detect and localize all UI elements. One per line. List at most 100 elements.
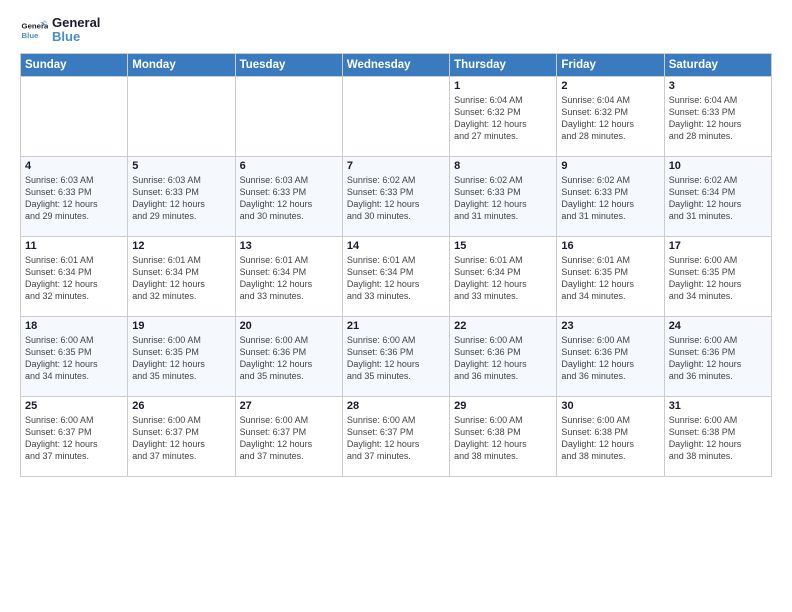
day-number: 4 [25, 160, 123, 172]
week-row-3: 11Sunrise: 6:01 AM Sunset: 6:34 PM Dayli… [21, 236, 772, 316]
weekday-header-sunday: Sunday [21, 53, 128, 76]
week-row-4: 18Sunrise: 6:00 AM Sunset: 6:35 PM Dayli… [21, 316, 772, 396]
day-number: 1 [454, 80, 552, 92]
day-info: Sunrise: 6:01 AM Sunset: 6:34 PM Dayligh… [25, 254, 123, 303]
day-info: Sunrise: 6:02 AM Sunset: 6:33 PM Dayligh… [347, 174, 445, 223]
day-number: 27 [240, 400, 338, 412]
day-info: Sunrise: 6:04 AM Sunset: 6:32 PM Dayligh… [561, 94, 659, 143]
day-info: Sunrise: 6:03 AM Sunset: 6:33 PM Dayligh… [25, 174, 123, 223]
calendar-cell: 18Sunrise: 6:00 AM Sunset: 6:35 PM Dayli… [21, 316, 128, 396]
calendar-cell [21, 76, 128, 156]
day-number: 26 [132, 400, 230, 412]
day-number: 22 [454, 320, 552, 332]
calendar-cell: 23 Sunrise: 6:00 AM Sunset: 6:36 PM Dayli… [557, 316, 664, 396]
calendar-cell: 27Sunrise: 6:00 AM Sunset: 6:37 PM Dayli… [235, 396, 342, 476]
calendar-cell: 4 Sunrise: 6:03 AM Sunset: 6:33 PM Daylig… [21, 156, 128, 236]
weekday-header-row: SundayMondayTuesdayWednesdayThursdayFrid… [21, 53, 772, 76]
day-number: 16 [561, 240, 659, 252]
day-info: Sunrise: 6:04 AM Sunset: 6:32 PM Dayligh… [454, 94, 552, 143]
day-info: Sunrise: 6:01 AM Sunset: 6:34 PM Dayligh… [132, 254, 230, 303]
header: General Blue General Blue [20, 16, 772, 45]
logo-icon: General Blue [20, 16, 48, 44]
calendar-cell: 20Sunrise: 6:00 AM Sunset: 6:36 PM Dayli… [235, 316, 342, 396]
day-info: Sunrise: 6:00 AM Sunset: 6:37 PM Dayligh… [347, 414, 445, 463]
calendar-cell: 8Sunrise: 6:02 AM Sunset: 6:33 PM Daylig… [450, 156, 557, 236]
day-info: Sunrise: 6:00 AM Sunset: 6:35 PM Dayligh… [669, 254, 767, 303]
calendar-cell: 17 Sunrise: 6:00 AM Sunset: 6:35 PM Dayli… [664, 236, 771, 316]
calendar-cell: 30 Sunrise: 6:00 AM Sunset: 6:38 PM Dayli… [557, 396, 664, 476]
logo: General Blue General Blue [20, 16, 100, 45]
day-info: Sunrise: 6:02 AM Sunset: 6:33 PM Dayligh… [454, 174, 552, 223]
calendar-cell [342, 76, 449, 156]
day-number: 23 [561, 320, 659, 332]
day-number: 28 [347, 400, 445, 412]
day-info: Sunrise: 6:01 AM Sunset: 6:34 PM Dayligh… [347, 254, 445, 303]
svg-text:Blue: Blue [22, 31, 40, 40]
day-number: 19 [132, 320, 230, 332]
day-number: 17 [669, 240, 767, 252]
weekday-header-thursday: Thursday [450, 53, 557, 76]
calendar-cell: 29 Sunrise: 6:00 AM Sunset: 6:38 PM Dayli… [450, 396, 557, 476]
week-row-2: 4 Sunrise: 6:03 AM Sunset: 6:33 PM Daylig… [21, 156, 772, 236]
day-info: Sunrise: 6:03 AM Sunset: 6:33 PM Dayligh… [240, 174, 338, 223]
calendar-cell: 15Sunrise: 6:01 AM Sunset: 6:34 PM Dayli… [450, 236, 557, 316]
calendar-cell: 13 Sunrise: 6:01 AM Sunset: 6:34 PM Dayli… [235, 236, 342, 316]
day-number: 5 [132, 160, 230, 172]
calendar-cell: 3 Sunrise: 6:04 AM Sunset: 6:33 PM Daylig… [664, 76, 771, 156]
day-number: 15 [454, 240, 552, 252]
calendar-cell: 1 Sunrise: 6:04 AM Sunset: 6:32 PM Daylig… [450, 76, 557, 156]
day-number: 21 [347, 320, 445, 332]
calendar-cell [235, 76, 342, 156]
day-info: Sunrise: 6:01 AM Sunset: 6:34 PM Dayligh… [240, 254, 338, 303]
day-number: 3 [669, 80, 767, 92]
day-number: 7 [347, 160, 445, 172]
calendar-cell: 25Sunrise: 6:00 AM Sunset: 6:37 PM Dayli… [21, 396, 128, 476]
calendar-cell: 11Sunrise: 6:01 AM Sunset: 6:34 PM Dayli… [21, 236, 128, 316]
calendar-cell: 14 Sunrise: 6:01 AM Sunset: 6:34 PM Dayli… [342, 236, 449, 316]
weekday-header-saturday: Saturday [664, 53, 771, 76]
day-info: Sunrise: 6:02 AM Sunset: 6:34 PM Dayligh… [669, 174, 767, 223]
calendar-cell: 2 Sunrise: 6:04 AM Sunset: 6:32 PM Daylig… [557, 76, 664, 156]
calendar-cell: 10 Sunrise: 6:02 AM Sunset: 6:34 PM Dayli… [664, 156, 771, 236]
calendar-table: SundayMondayTuesdayWednesdayThursdayFrid… [20, 53, 772, 477]
day-number: 20 [240, 320, 338, 332]
calendar-cell: 26 Sunrise: 6:00 AM Sunset: 6:37 PM Dayli… [128, 396, 235, 476]
calendar-cell: 24Sunrise: 6:00 AM Sunset: 6:36 PM Dayli… [664, 316, 771, 396]
day-info: Sunrise: 6:00 AM Sunset: 6:36 PM Dayligh… [347, 334, 445, 383]
day-number: 30 [561, 400, 659, 412]
calendar-cell: 6Sunrise: 6:03 AM Sunset: 6:33 PM Daylig… [235, 156, 342, 236]
calendar-cell: 7 Sunrise: 6:02 AM Sunset: 6:33 PM Daylig… [342, 156, 449, 236]
day-number: 12 [132, 240, 230, 252]
week-row-1: 1 Sunrise: 6:04 AM Sunset: 6:32 PM Daylig… [21, 76, 772, 156]
day-info: Sunrise: 6:00 AM Sunset: 6:36 PM Dayligh… [454, 334, 552, 383]
day-number: 31 [669, 400, 767, 412]
day-info: Sunrise: 6:00 AM Sunset: 6:37 PM Dayligh… [132, 414, 230, 463]
day-info: Sunrise: 6:04 AM Sunset: 6:33 PM Dayligh… [669, 94, 767, 143]
day-number: 10 [669, 160, 767, 172]
day-info: Sunrise: 6:00 AM Sunset: 6:38 PM Dayligh… [561, 414, 659, 463]
weekday-header-wednesday: Wednesday [342, 53, 449, 76]
calendar-cell: 16Sunrise: 6:01 AM Sunset: 6:35 PM Dayli… [557, 236, 664, 316]
weekday-header-tuesday: Tuesday [235, 53, 342, 76]
weekday-header-monday: Monday [128, 53, 235, 76]
calendar-cell: 12 Sunrise: 6:01 AM Sunset: 6:34 PM Dayli… [128, 236, 235, 316]
day-number: 29 [454, 400, 552, 412]
day-info: Sunrise: 6:00 AM Sunset: 6:35 PM Dayligh… [25, 334, 123, 383]
day-info: Sunrise: 6:00 AM Sunset: 6:35 PM Dayligh… [132, 334, 230, 383]
svg-text:General: General [22, 22, 48, 31]
logo-general: General [52, 16, 100, 30]
day-number: 24 [669, 320, 767, 332]
day-info: Sunrise: 6:00 AM Sunset: 6:37 PM Dayligh… [25, 414, 123, 463]
week-row-5: 25Sunrise: 6:00 AM Sunset: 6:37 PM Dayli… [21, 396, 772, 476]
day-info: Sunrise: 6:00 AM Sunset: 6:38 PM Dayligh… [454, 414, 552, 463]
day-info: Sunrise: 6:03 AM Sunset: 6:33 PM Dayligh… [132, 174, 230, 223]
day-info: Sunrise: 6:02 AM Sunset: 6:33 PM Dayligh… [561, 174, 659, 223]
logo-blue: Blue [52, 30, 100, 44]
calendar-cell: 19 Sunrise: 6:00 AM Sunset: 6:35 PM Dayli… [128, 316, 235, 396]
day-number: 14 [347, 240, 445, 252]
day-number: 13 [240, 240, 338, 252]
day-info: Sunrise: 6:00 AM Sunset: 6:36 PM Dayligh… [561, 334, 659, 383]
calendar-cell [128, 76, 235, 156]
calendar-cell: 28 Sunrise: 6:00 AM Sunset: 6:37 PM Dayli… [342, 396, 449, 476]
day-number: 2 [561, 80, 659, 92]
